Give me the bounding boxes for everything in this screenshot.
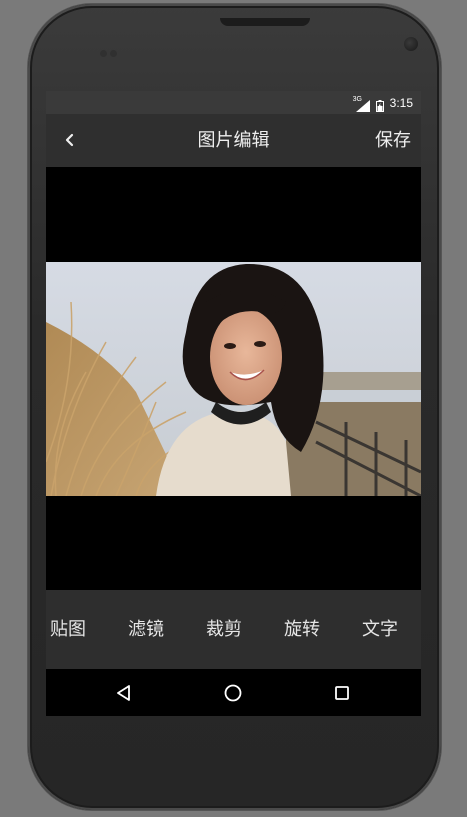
clock: 3:15 [389, 95, 413, 110]
square-recents-icon [335, 686, 349, 700]
system-nav-bar [46, 669, 421, 716]
back-button[interactable] [56, 126, 84, 154]
sensor-dots [100, 42, 122, 57]
edit-toolbar: 贴图 滤镜 裁剪 旋转 文字 [46, 590, 421, 669]
tool-crop[interactable]: 裁剪 [206, 590, 242, 669]
tool-filter[interactable]: 滤镜 [128, 590, 164, 669]
tool-text[interactable]: 文字 [362, 590, 398, 669]
tool-rotate[interactable]: 旋转 [284, 590, 320, 669]
device-screen: 3G 3:15 图片编辑 保存 贴图 滤镜 裁剪 旋转 文字 [46, 91, 421, 716]
signal-icon: 3G [352, 95, 370, 112]
nav-back-button[interactable] [110, 679, 138, 707]
save-button[interactable]: 保存 [375, 114, 411, 167]
chevron-left-icon [65, 133, 74, 147]
status-bar: 3G 3:15 [46, 91, 421, 114]
image-canvas[interactable] [46, 167, 421, 590]
speaker-grille [220, 18, 310, 26]
triangle-back-icon [117, 685, 130, 701]
app-bar: 图片编辑 保存 [46, 114, 421, 167]
status-icons: 3G 3:15 [352, 93, 413, 112]
nav-home-button[interactable] [219, 679, 247, 707]
edited-photo[interactable] [46, 262, 421, 496]
network-type: 3G [352, 95, 362, 103]
tool-sticker[interactable]: 贴图 [50, 590, 86, 669]
page-title: 图片编辑 [197, 130, 270, 151]
battery-icon [375, 97, 384, 112]
circle-home-icon [224, 684, 242, 702]
front-camera [404, 37, 418, 51]
nav-recents-button[interactable] [328, 679, 356, 707]
